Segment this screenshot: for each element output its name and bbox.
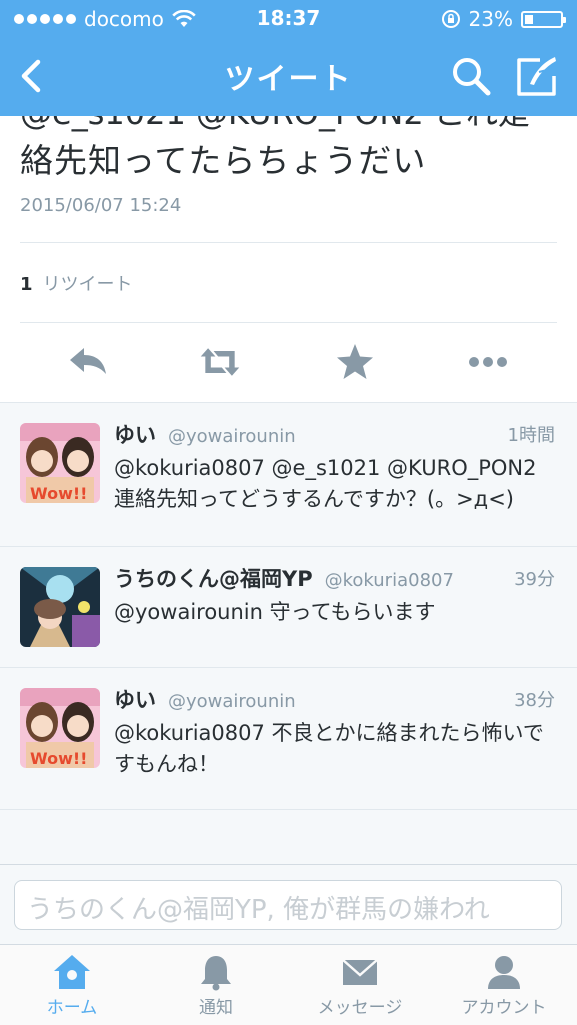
tab-bar: ホーム 通知 メッセージ アカウント bbox=[0, 944, 577, 1025]
tab-label: メッセージ bbox=[317, 998, 403, 1018]
avatar[interactable] bbox=[20, 567, 100, 647]
tab-label: アカウント bbox=[461, 998, 547, 1018]
reply-icon[interactable] bbox=[66, 340, 110, 384]
reply-author[interactable]: うちのくん@福岡YP @kokuria0807 bbox=[114, 563, 454, 593]
tweet-date: 2015/06/07 15:24 bbox=[20, 195, 182, 216]
author-handle: @kokuria0807 bbox=[324, 570, 454, 591]
tab-notifications[interactable]: 通知 bbox=[144, 953, 288, 1023]
reply-author[interactable]: ゆい @yowairounin bbox=[114, 684, 296, 714]
envelope-icon bbox=[342, 959, 378, 985]
avatar[interactable]: Wow!! bbox=[20, 688, 100, 768]
more-icon[interactable] bbox=[466, 340, 510, 384]
reply-text: @kokuria0807 不良とかに絡まれたら怖いですもんね！ bbox=[114, 721, 544, 776]
divider bbox=[20, 242, 557, 243]
reply-text: @kokuria0807 @e_s1021 @KURO_PON2 連絡先知ってど… bbox=[114, 456, 537, 511]
reply-time: 39分 bbox=[514, 569, 555, 590]
tab-label: 通知 bbox=[199, 998, 233, 1018]
favorite-star-icon[interactable] bbox=[333, 340, 377, 384]
reply-time: 1時間 bbox=[507, 425, 555, 446]
author-name: ゆい bbox=[114, 423, 156, 447]
tab-messages[interactable]: メッセージ bbox=[288, 953, 432, 1023]
person-icon bbox=[488, 956, 520, 989]
tab-label: ホーム bbox=[46, 998, 98, 1018]
bell-icon bbox=[201, 956, 231, 991]
reply-item[interactable]: うちのくん@福岡YP @kokuria0807 39分 @yowairounin … bbox=[0, 547, 577, 668]
svg-text:Wow!!: Wow!! bbox=[30, 484, 87, 503]
author-name: うちのくん@福岡YP bbox=[114, 567, 313, 591]
reply-item[interactable]: Wow!! ゆい @yowairounin 1時間 @kokuria0807 @e… bbox=[0, 403, 577, 547]
avatar[interactable]: Wow!! bbox=[20, 423, 100, 503]
retweet-count-label: リツイート bbox=[42, 274, 133, 295]
reply-author[interactable]: ゆい @yowairounin bbox=[114, 419, 296, 449]
nav-bar: ツイート bbox=[0, 38, 577, 116]
tab-home[interactable]: ホーム bbox=[0, 953, 144, 1023]
author-handle: @yowairounin bbox=[168, 426, 296, 447]
reply-bar: うちのくん@福岡YP, 俺が群馬の嫌われ bbox=[0, 864, 577, 945]
status-right: 23% bbox=[441, 7, 566, 31]
tab-account[interactable]: アカウント bbox=[432, 953, 576, 1023]
divider bbox=[20, 322, 557, 323]
rotation-lock-icon bbox=[441, 10, 460, 28]
compose-icon[interactable] bbox=[514, 54, 560, 98]
retweet-icon[interactable] bbox=[198, 340, 242, 384]
status-bar: docomo 18:37 23% bbox=[0, 0, 577, 38]
author-name: ゆい bbox=[114, 688, 156, 712]
retweet-count-number: 1 bbox=[20, 274, 33, 295]
reply-time: 38分 bbox=[514, 690, 555, 711]
retweet-count[interactable]: 1 リツイート bbox=[20, 270, 133, 296]
reply-input[interactable]: うちのくん@福岡YP, 俺が群馬の嫌われ bbox=[14, 880, 562, 930]
battery-percent: 23% bbox=[468, 7, 513, 31]
battery-icon bbox=[521, 10, 566, 28]
reply-item[interactable]: Wow!! ゆい @yowairounin 38分 @kokuria0807 不良… bbox=[0, 668, 577, 810]
tweet-text: 絡先知ってたらちょうだい bbox=[20, 141, 427, 180]
home-icon bbox=[54, 955, 90, 989]
reply-text: @yowairounin 守ってもらいます bbox=[114, 600, 436, 624]
replies-list: Wow!! ゆい @yowairounin 1時間 @kokuria0807 @e… bbox=[0, 402, 577, 865]
author-handle: @yowairounin bbox=[168, 691, 296, 712]
search-icon[interactable] bbox=[449, 54, 493, 98]
top-bar: docomo 18:37 23% ツイート bbox=[0, 0, 577, 116]
svg-text:Wow!!: Wow!! bbox=[30, 749, 87, 768]
